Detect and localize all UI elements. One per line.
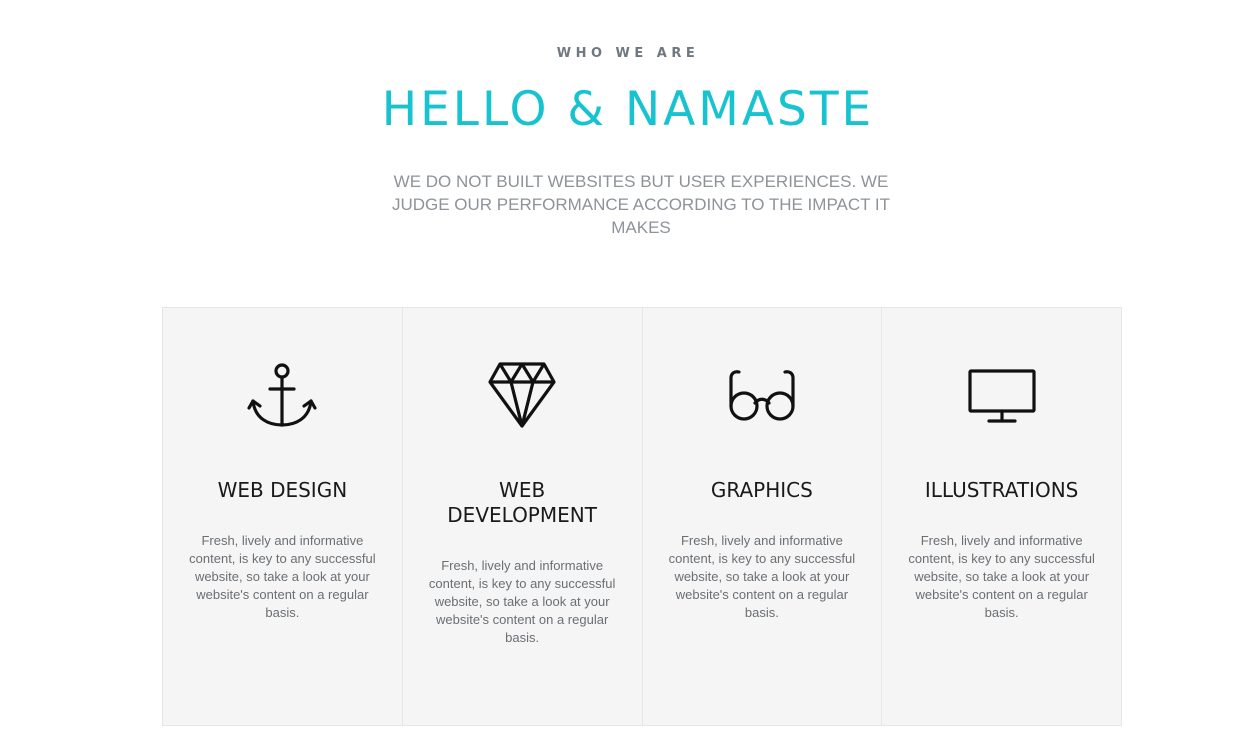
section-eyebrow: WHO WE ARE — [556, 46, 700, 61]
service-title: WEB DEVELOPMENT — [447, 478, 597, 527]
service-title: WEB DESIGN — [217, 478, 348, 502]
service-description: Fresh, lively and informative content, i… — [189, 533, 376, 620]
service-title: ILLUSTRATIONS — [924, 478, 1079, 502]
service-description: Fresh, lively and informative content, i… — [908, 533, 1095, 620]
section-intro: WE DO NOT BUILT WEBSITES BUT USER EXPERI… — [391, 172, 891, 237]
section-headline: HELLO & NAMASTE — [381, 82, 875, 137]
glasses-icon — [643, 360, 882, 432]
monitor-icon — [882, 360, 1121, 432]
service-description: Fresh, lively and informative content, i… — [428, 558, 616, 645]
anchor-icon — [163, 360, 402, 432]
about-section: WHO WE ARE HELLO & NAMASTE WE DO NOT BUI… — [0, 0, 1256, 737]
service-card-graphics: GRAPHICS Fresh, lively and informative c… — [642, 308, 883, 725]
service-card-web-design: WEB DESIGN Fresh, lively and informative… — [163, 308, 403, 725]
services-grid: WEB DESIGN Fresh, lively and informative… — [162, 307, 1122, 726]
diamond-icon — [403, 360, 642, 432]
service-description: Fresh, lively and informative content, i… — [668, 533, 856, 620]
service-title: GRAPHICS — [710, 478, 813, 502]
service-card-illustrations: ILLUSTRATIONS Fresh, lively and informat… — [882, 308, 1121, 725]
service-card-web-development: WEB DEVELOPMENT Fresh, lively and inform… — [402, 308, 643, 725]
